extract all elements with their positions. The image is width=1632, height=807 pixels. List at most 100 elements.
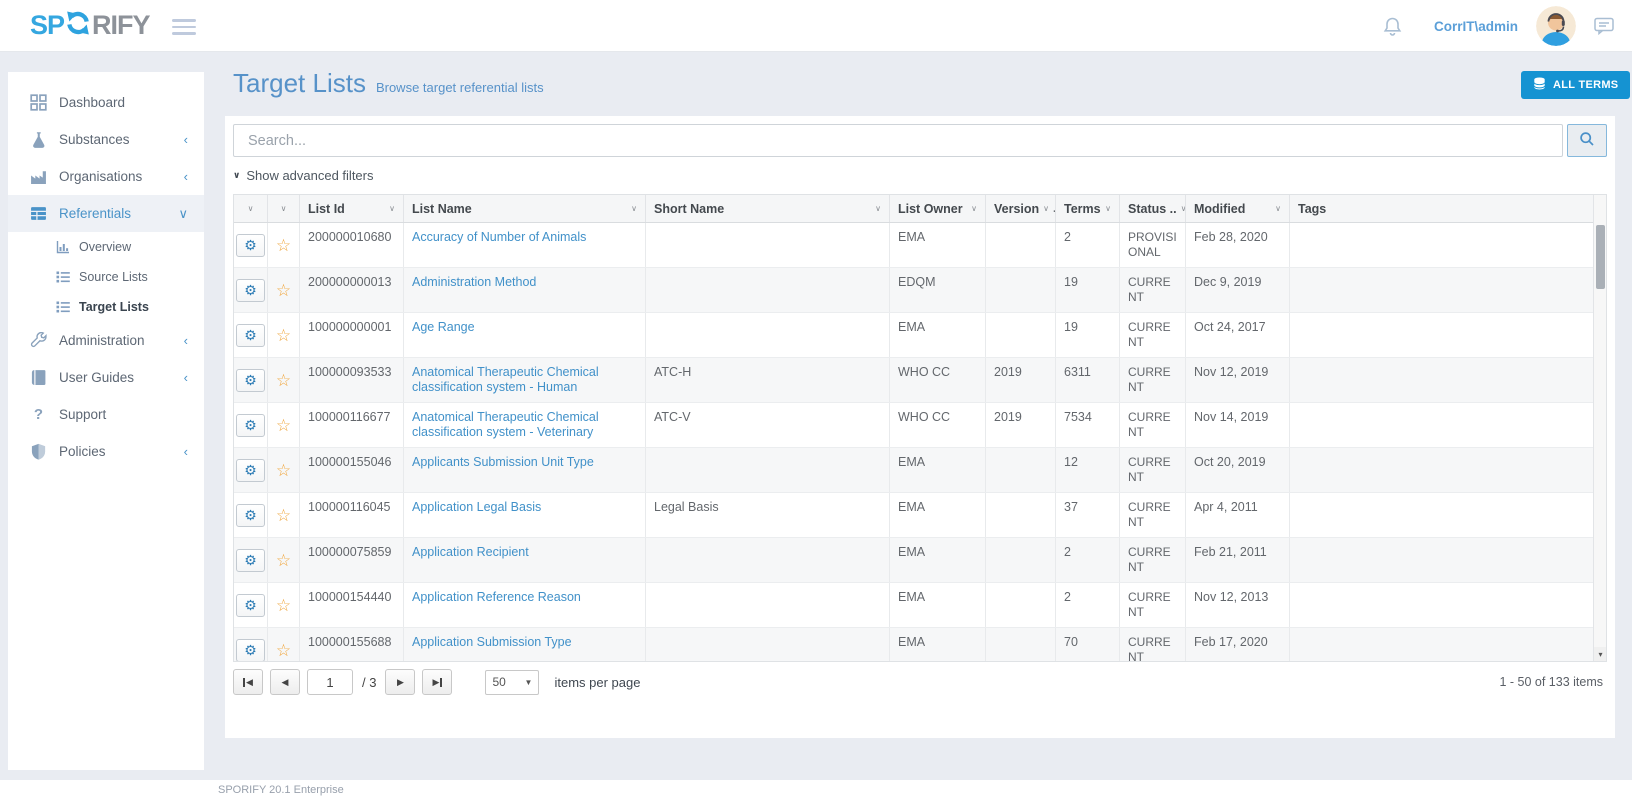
all-terms-label: ALL TERMS <box>1553 79 1618 91</box>
page-number-input[interactable] <box>307 669 353 695</box>
table-scrollbar[interactable]: ▾ <box>1593 195 1606 661</box>
col-header-short-name[interactable]: Short Name∨ <box>646 195 890 222</box>
sidebar-item-dashboard[interactable]: Dashboard <box>8 84 204 121</box>
items-per-page-value: 50 <box>492 675 505 689</box>
cell-terms: 12 <box>1056 448 1120 492</box>
favorite-star-icon[interactable]: ☆ <box>276 237 291 254</box>
cell-modified: Feb 17, 2020 <box>1186 628 1290 662</box>
cell-list-id: 100000093533 <box>300 358 404 402</box>
favorite-star-icon[interactable]: ☆ <box>276 462 291 479</box>
feedback-chat-icon[interactable] <box>1594 17 1614 35</box>
current-user-label[interactable]: CorrIT\admin <box>1434 19 1518 34</box>
next-page-button[interactable]: ▶ <box>385 669 415 695</box>
search-input[interactable] <box>233 124 1563 157</box>
col-header-actions[interactable]: ∨ <box>234 195 268 222</box>
cell-list-name-link[interactable]: Applicants Submission Unit Type <box>404 448 646 492</box>
favorite-star-icon[interactable]: ☆ <box>276 597 291 614</box>
cell-modified: Feb 21, 2011 <box>1186 538 1290 582</box>
sidebar-item-user-guides[interactable]: User Guides ‹ <box>8 359 204 396</box>
cell-list-name-link[interactable]: Administration Method <box>404 268 646 312</box>
sidebar-subitem-source-lists[interactable]: Source Lists <box>8 262 204 292</box>
cell-list-name-link[interactable]: Anatomical Therapeutic Chemical classifi… <box>404 403 646 447</box>
cell-list-name-link[interactable]: Accuracy of Number of Animals <box>404 223 646 267</box>
sidebar-item-support[interactable]: ? Support <box>8 396 204 433</box>
col-header-list-owner[interactable]: List Owner∨ <box>890 195 986 222</box>
row-settings-button[interactable]: ⚙ <box>236 414 265 437</box>
cell-list-name-link[interactable]: Application Legal Basis <box>404 493 646 537</box>
sidebar-item-referentials[interactable]: Referentials ∨ <box>8 195 204 232</box>
row-settings-button[interactable]: ⚙ <box>236 369 265 392</box>
gear-icon: ⚙ <box>244 643 257 657</box>
cell-list-id: 200000010680 <box>300 223 404 267</box>
cell-list-id: 100000154440 <box>300 583 404 627</box>
previous-page-button[interactable]: ◀ <box>270 669 300 695</box>
favorite-star-icon[interactable]: ☆ <box>276 327 291 344</box>
col-header-version[interactable]: Version∨.. <box>986 195 1056 222</box>
sidebar-subitem-target-lists[interactable]: Target Lists <box>8 292 204 322</box>
sidebar-item-administration[interactable]: Administration ‹ <box>8 322 204 359</box>
col-header-list-id[interactable]: List Id∨ <box>300 195 404 222</box>
col-header-status[interactable]: Status ..∨ <box>1120 195 1186 222</box>
sidebar-item-label: Dashboard <box>59 95 125 110</box>
chevron-down-icon: ∨ <box>178 206 188 222</box>
app-logo: SP RIFY <box>30 10 150 41</box>
items-per-page-select[interactable]: 50 ▼ <box>485 670 539 695</box>
scrollbar-thumb[interactable] <box>1596 225 1605 289</box>
col-header-list-name[interactable]: List Name∨ <box>404 195 646 222</box>
cell-tags <box>1290 403 1606 447</box>
cell-list-name-link[interactable]: Age Range <box>404 313 646 357</box>
col-header-favorite[interactable]: ∨ <box>268 195 300 222</box>
menu-toggle-icon[interactable] <box>172 19 196 39</box>
cell-status: CURRENT <box>1120 268 1186 312</box>
row-settings-button[interactable]: ⚙ <box>236 459 265 482</box>
first-page-button[interactable]: ◀ <box>233 669 263 695</box>
cell-version <box>986 493 1056 537</box>
cell-modified: Nov 14, 2019 <box>1186 403 1290 447</box>
row-settings-button[interactable]: ⚙ <box>236 549 265 572</box>
cell-version <box>986 628 1056 662</box>
cell-version <box>986 538 1056 582</box>
sidebar-item-organisations[interactable]: Organisations ‹ <box>8 158 204 195</box>
search-button[interactable] <box>1567 124 1607 157</box>
cell-list-name-link[interactable]: Application Submission Type <box>404 628 646 662</box>
cell-short-name <box>646 268 890 312</box>
row-settings-button[interactable]: ⚙ <box>236 324 265 347</box>
col-header-tags[interactable]: Tags∨ <box>1290 195 1606 222</box>
favorite-star-icon[interactable]: ☆ <box>276 642 291 659</box>
cell-list-id: 100000116677 <box>300 403 404 447</box>
notifications-bell-icon[interactable] <box>1383 16 1402 37</box>
all-terms-button[interactable]: ALL TERMS <box>1521 71 1630 99</box>
row-settings-button[interactable]: ⚙ <box>236 234 265 257</box>
favorite-star-icon[interactable]: ☆ <box>276 552 291 569</box>
cell-version <box>986 583 1056 627</box>
show-advanced-filters-toggle[interactable]: ∨ Show advanced filters <box>233 168 413 183</box>
cell-list-name-link[interactable]: Anatomical Therapeutic Chemical classifi… <box>404 358 646 402</box>
sidebar-item-policies[interactable]: Policies ‹ <box>8 433 204 470</box>
cell-terms: 19 <box>1056 313 1120 357</box>
gear-icon: ⚙ <box>244 463 257 477</box>
chevron-left-icon: ‹ <box>184 169 188 184</box>
col-header-terms[interactable]: Terms∨ <box>1056 195 1120 222</box>
row-settings-button[interactable]: ⚙ <box>236 279 265 302</box>
favorite-star-icon[interactable]: ☆ <box>276 507 291 524</box>
row-settings-button[interactable]: ⚙ <box>236 639 265 662</box>
cell-terms: 2 <box>1056 223 1120 267</box>
sidebar-subitem-overview[interactable]: Overview <box>8 232 204 262</box>
cell-modified: Apr 4, 2011 <box>1186 493 1290 537</box>
favorite-star-icon[interactable]: ☆ <box>276 282 291 299</box>
cell-list-owner: EMA <box>890 493 986 537</box>
items-range-label: 1 - 50 of 133 items <box>1499 675 1607 689</box>
row-settings-button[interactable]: ⚙ <box>236 504 265 527</box>
last-page-button[interactable]: ▶ <box>422 669 452 695</box>
row-settings-button[interactable]: ⚙ <box>236 594 265 617</box>
cell-list-name-link[interactable]: Application Recipient <box>404 538 646 582</box>
scrollbar-down-arrow[interactable]: ▾ <box>1594 647 1607 661</box>
favorite-star-icon[interactable]: ☆ <box>276 372 291 389</box>
cell-list-name-link[interactable]: Application Reference Reason <box>404 583 646 627</box>
sidebar-item-substances[interactable]: Substances ‹ <box>8 121 204 158</box>
sidebar-item-label: Referentials <box>59 206 131 221</box>
favorite-star-icon[interactable]: ☆ <box>276 417 291 434</box>
col-header-modified[interactable]: Modified∨ <box>1186 195 1290 222</box>
user-avatar[interactable] <box>1536 6 1576 46</box>
cell-list-owner: WHO CC <box>890 403 986 447</box>
